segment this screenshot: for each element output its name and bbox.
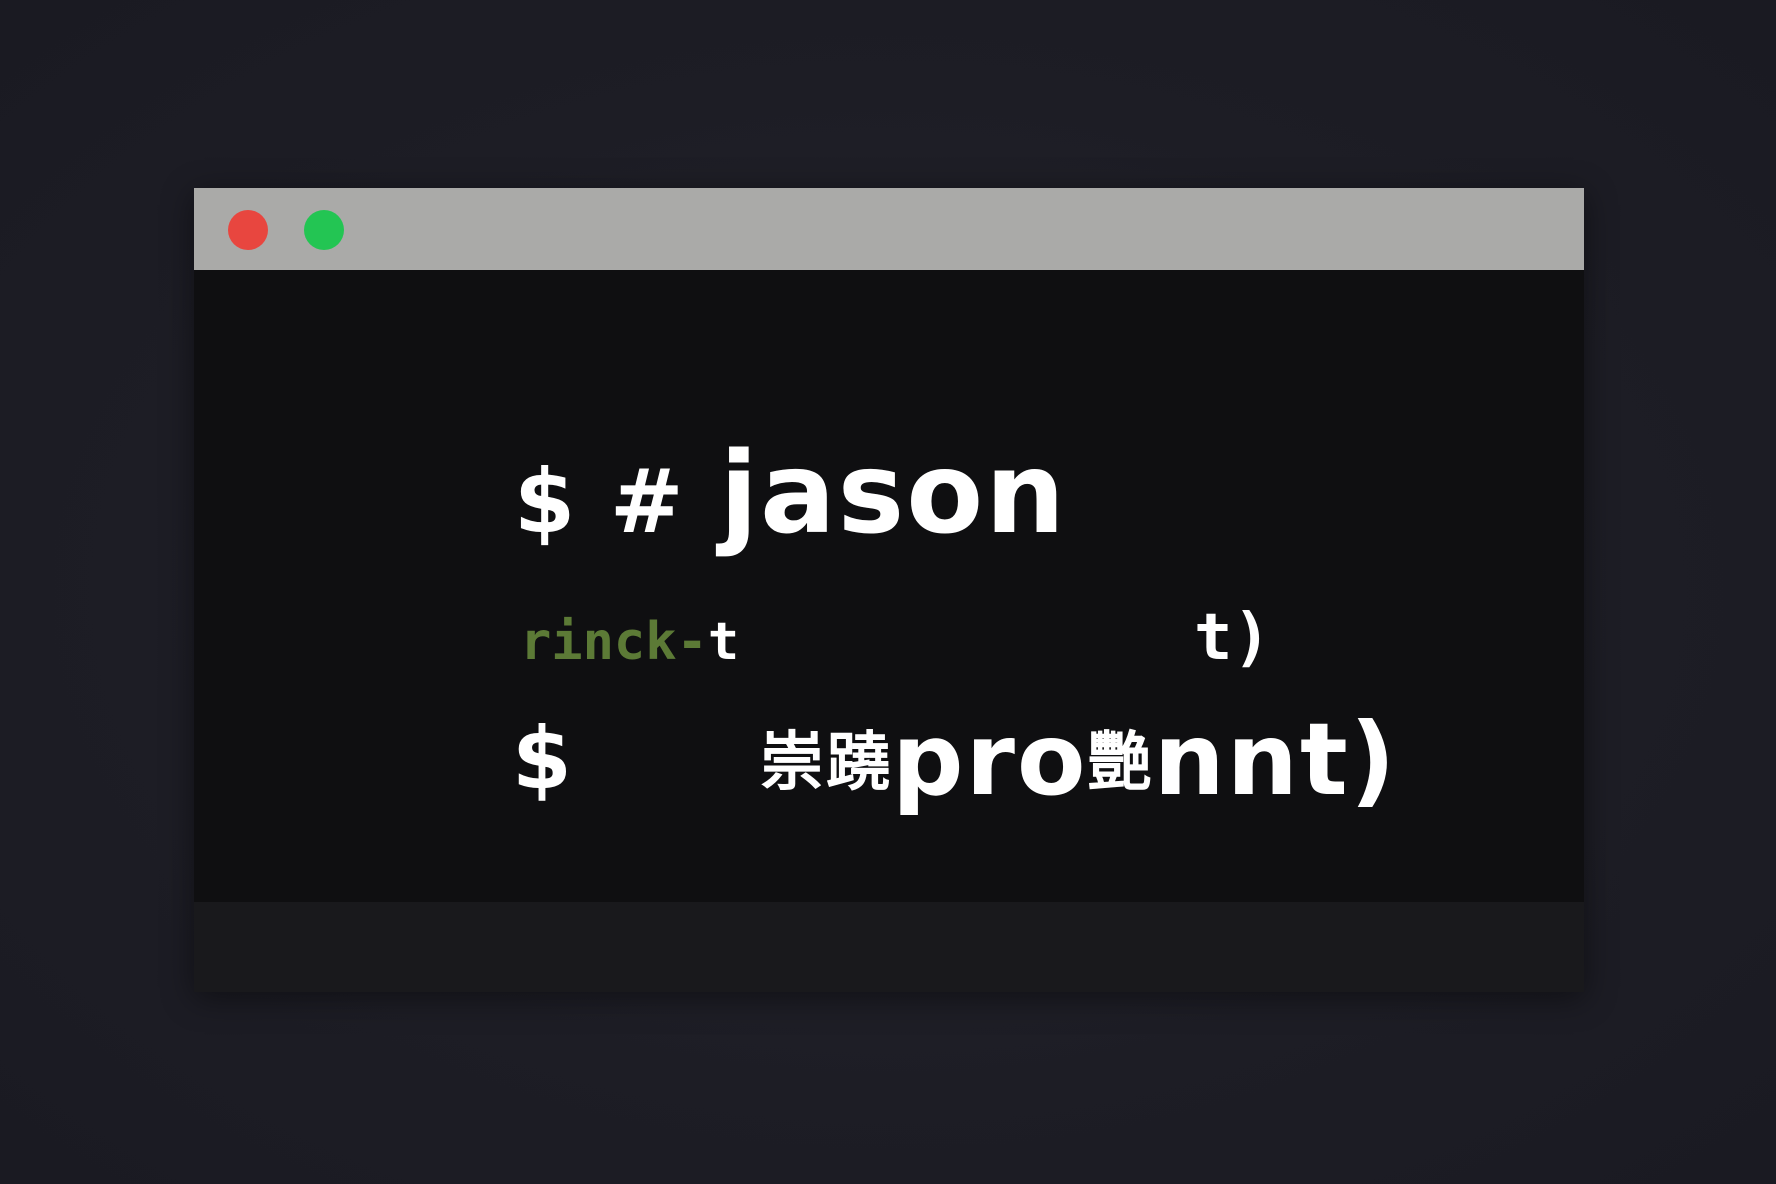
maximize-button[interactable] <box>304 210 344 250</box>
tail-text: nnt) <box>1153 701 1398 818</box>
word-text: pro <box>892 701 1088 818</box>
terminal-output[interactable]: $ # jason rinck-t t) $ 崇蹺pro艷nnt) <box>194 270 1584 902</box>
terminal-line-1: $ # jason <box>514 438 1067 550</box>
output-tail: t <box>707 612 740 672</box>
cjk-prefix-text: 崇蹺 <box>760 726 892 800</box>
terminal-line-2: rinck-t <box>520 616 739 668</box>
green-output-text: rinck- <box>520 612 708 672</box>
prompt-symbols: $ # <box>514 450 686 553</box>
terminal-prompt: $ <box>512 709 572 809</box>
terminal-line-2-right: t) <box>1194 601 1272 675</box>
terminal-footer <box>194 902 1584 992</box>
title-bar[interactable] <box>194 188 1584 270</box>
terminal-window[interactable]: $ # jason rinck-t t) $ 崇蹺pro艷nnt) <box>194 188 1584 992</box>
command-text: jason <box>719 429 1067 559</box>
cjk-mid-text: 艷 <box>1087 726 1154 800</box>
close-button[interactable] <box>228 210 268 250</box>
terminal-line-3: 崇蹺pro艷nnt) <box>760 710 1398 810</box>
